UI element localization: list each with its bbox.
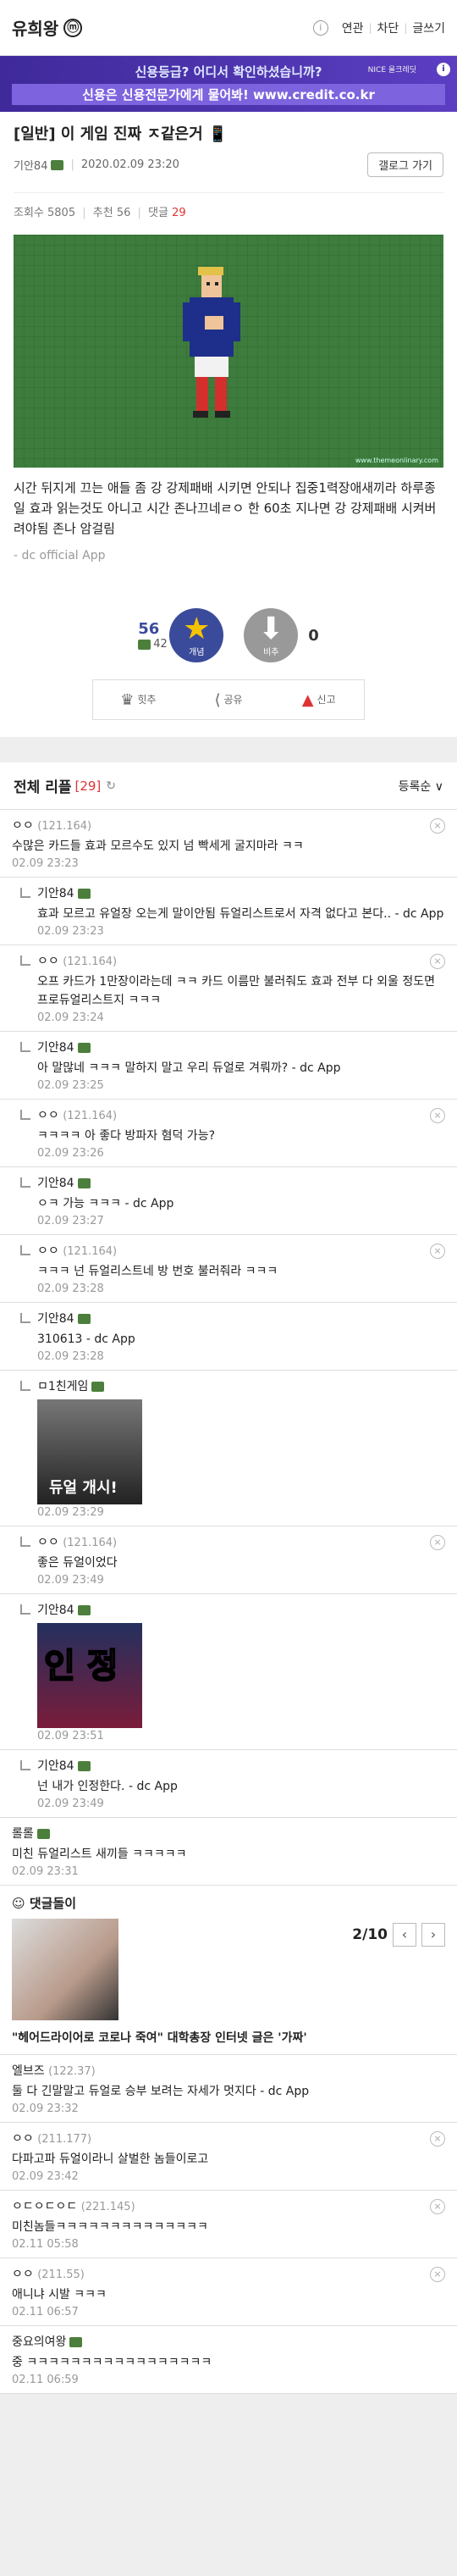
delete-icon[interactable]: × <box>430 2131 445 2147</box>
comment: 롤롤 미친 듀얼리스트 새끼들 ㅋㅋㅋㅋㅋ 02.09 23:31 <box>0 1818 457 1886</box>
gallog-button[interactable]: 갤로그 가기 <box>367 152 443 177</box>
delete-icon[interactable]: × <box>430 2199 445 2214</box>
gallog-icon <box>77 1178 91 1188</box>
ad-brand: NICE 올크레딧 <box>367 66 416 75</box>
hitchu-button[interactable]: ♛ 힛추 <box>93 691 184 709</box>
comment: ㅇㄷㅇㄷㅇㄷ (221.145) 미친놈들ㅋㅋㅋㅋㅋㅋㅋㅋㅋㅋㅋㅋㅋㅋ 02.11 … <box>0 2191 457 2258</box>
crown-icon: ♛ <box>120 690 135 709</box>
gallog-icon <box>77 1043 91 1053</box>
reply: 기안84 효과 모르고 유얼장 오는게 말이안됨 듀얼리스트로서 자격 없다고 본… <box>0 878 457 945</box>
ad-info-icon[interactable]: i <box>437 63 450 76</box>
pixel-soccer-player-illustration <box>183 267 240 418</box>
refresh-icon[interactable]: ↻ <box>106 779 116 793</box>
post-stats: 조회수 5805 | 추천 56 | 댓글 29 <box>14 192 443 219</box>
info-icon[interactable]: i <box>312 19 328 36</box>
star-icon: ★ <box>183 611 211 646</box>
gallog-icon <box>77 1761 91 1771</box>
next-button[interactable]: › <box>421 1923 445 1947</box>
siren-icon: ▲ <box>301 690 314 709</box>
related-link[interactable]: 연관 <box>342 19 364 36</box>
upvote-count: 56 <box>138 620 160 638</box>
post-source: - dc official App <box>14 549 106 562</box>
write-link[interactable]: 글쓰기 <box>412 19 445 36</box>
reply: ㅇㅇ (121.164) ㅋㅋㅋㅋ 아 좋다 방파자 혐덕 가능? 02.09 23… <box>0 1100 457 1167</box>
comments-title: 전체 리플 <box>14 779 72 796</box>
reply: 기안84 아 말많네 ㅋㅋㅋ 말하지 말고 우리 듀얼로 겨뤄까? - dc Ap… <box>0 1032 457 1100</box>
news-caption[interactable]: "헤어드라이어로 코로나 죽여" 대학총장 인터넷 글은 '가짜' <box>12 2029 445 2046</box>
gallog-icon <box>91 1382 105 1392</box>
comment: 중요의여왕 중 ㅋㅋㅋㅋㅋㅋㅋㅋㅋㅋㅋㅋㅋㅋㅋㅋㅋ 02.11 06:59 <box>0 2326 457 2394</box>
view-count: 조회수 5805 <box>14 207 76 219</box>
fixed-nick-icon <box>138 639 151 650</box>
ad-banner[interactable]: 신용등급? 어디서 확인하셨습니까? 신용은 신용전문가에게 물어봐! www.… <box>0 56 457 112</box>
post-date: 2020.02.09 23:20 <box>80 158 179 171</box>
prev-button[interactable]: ‹ <box>393 1923 416 1947</box>
block-link[interactable]: 차단 <box>377 19 399 36</box>
share-icon: ⟨ <box>214 690 221 709</box>
dccon-image: 인 정 <box>37 1623 142 1728</box>
comment-list: ㅇㅇ (121.164) 수많은 카드들 효과 모르수도 있지 넘 빡세게 굴지마… <box>0 810 457 2394</box>
delete-icon[interactable]: × <box>430 1244 445 1259</box>
ad-line2: 신용은 신용전문가에게 물어봐! www.credit.co.kr <box>12 84 445 105</box>
sort-dropdown[interactable]: 등록순 ∨ <box>399 778 443 795</box>
reply: ㅇㅇ (121.164) ㅋㅋㅋ 넌 듀얼리스트네 방 번호 불러줘라 ㅋㅋㅋ 02… <box>0 1235 457 1303</box>
gallog-icon <box>69 2337 83 2347</box>
downvote-button[interactable]: ⬇ 비추 <box>244 608 299 662</box>
reply: ㅇㅇ (121.164) 좋은 듀얼이었다 02.09 23:49 × <box>0 1526 457 1594</box>
delete-icon[interactable]: × <box>430 818 445 834</box>
report-button[interactable]: ▲ 신고 <box>273 691 364 709</box>
comment: ㅇㅇ (211.55) 애니냐 시발 ㅋㅋㅋ 02.11 06:57 × <box>0 2258 457 2326</box>
reply: 기안84 ㅇㅋ 가능 ㅋㅋㅋ - dc App 02.09 23:27 <box>0 1167 457 1235</box>
post-meta: 기안84 | 2020.02.09 23:20 갤로그 가기 <box>14 152 443 177</box>
reply: 기안84 인 정 02.09 23:51 <box>0 1594 457 1750</box>
delete-icon[interactable]: × <box>430 1535 445 1550</box>
delete-icon[interactable]: × <box>430 2267 445 2282</box>
downvote-count: 0 <box>308 626 319 645</box>
share-button[interactable]: ⟨ 공유 <box>184 691 274 709</box>
post-title: [일반] 이 게임 진짜 ㅈ같은거 📱 <box>14 125 228 143</box>
recommend-count: 추천 56 <box>92 207 131 219</box>
author[interactable]: 기안84 <box>14 157 47 173</box>
gallog-icon <box>77 1314 91 1324</box>
comments-header: 전체 리플 [29] ↻ 등록순 ∨ <box>0 762 457 810</box>
dccon-image: 듀얼 개시! <box>37 1399 142 1504</box>
gallery-title[interactable]: 유희왕 <box>12 15 58 40</box>
comments-total: [29] <box>74 778 102 794</box>
gallog-icon <box>77 889 91 899</box>
post-body: 시간 뒤지게 끄는 애들 좀 강 강제패배 시키면 안되나 집중1력장애새끼라 … <box>14 480 437 536</box>
image-credit: www.themeonlinary.com <box>355 457 438 464</box>
reply: ㅁ1친게임 듀얼 개시! 02.09 23:29 <box>0 1371 457 1526</box>
delete-icon[interactable]: × <box>430 954 445 969</box>
comment: ㅇㅇ (121.164) 수많은 카드들 효과 모르수도 있지 넘 빡세게 굴지마… <box>0 810 457 878</box>
gallog-icon <box>51 159 64 170</box>
gallery-header: 유희왕 ⓜ i 연관 | 차단 | 글쓰기 <box>0 0 457 56</box>
reply: 기안84 넌 내가 인정한다. - dc App 02.09 23:49 <box>0 1750 457 1818</box>
post: [일반] 이 게임 진짜 ㅈ같은거 📱 기안84 | 2020.02.09 23… <box>0 112 457 737</box>
post-image: www.themeonlinary.com <box>14 235 443 468</box>
delete-icon[interactable]: × <box>430 1108 445 1123</box>
arrow-down-icon: ⬇ <box>258 611 284 646</box>
news-thumbnail[interactable] <box>12 1919 118 2020</box>
pager: 2/10 ‹ › <box>352 1923 445 1947</box>
upvote-button[interactable]: ★ 개념 <box>169 608 224 662</box>
comment: ㅇㅇ (211.177) 다파고파 듀얼이라니 살벌한 놈들이로고 02.09 23… <box>0 2123 457 2191</box>
minor-gallery-badge: ⓜ <box>63 18 83 37</box>
comment-count-label: 댓글 <box>148 207 168 219</box>
post-actions: ♛ 힛추 ⟨ 공유 ▲ 신고 <box>92 679 365 720</box>
comment-count: 29 <box>172 207 186 219</box>
gallog-icon <box>77 1605 91 1615</box>
comment: 엘브즈 (122.37) 둘 다 긴말말고 듀얼로 승부 보려는 자세가 멋지다 … <box>0 2055 457 2123</box>
gallog-icon <box>36 1829 50 1839</box>
vote-area: 56 42 ★ 개념 ⬇ 비추 0 <box>14 608 443 662</box>
reply: ㅇㅇ (121.164) 오프 카드가 1만장이라는데 ㅋㅋ 카드 이름만 불러줘… <box>0 945 457 1032</box>
upvote-sub: 42 <box>138 638 169 651</box>
dcbot-icon: ☺ <box>12 1896 30 1911</box>
dcbot-news[interactable]: ☺ 댓글돌이 2/10 ‹ › "헤어드라이어로 코로나 죽여" 대학총장 인터넷 … <box>0 1886 457 2055</box>
reply: 기안84 310613 - dc App 02.09 23:28 <box>0 1303 457 1371</box>
